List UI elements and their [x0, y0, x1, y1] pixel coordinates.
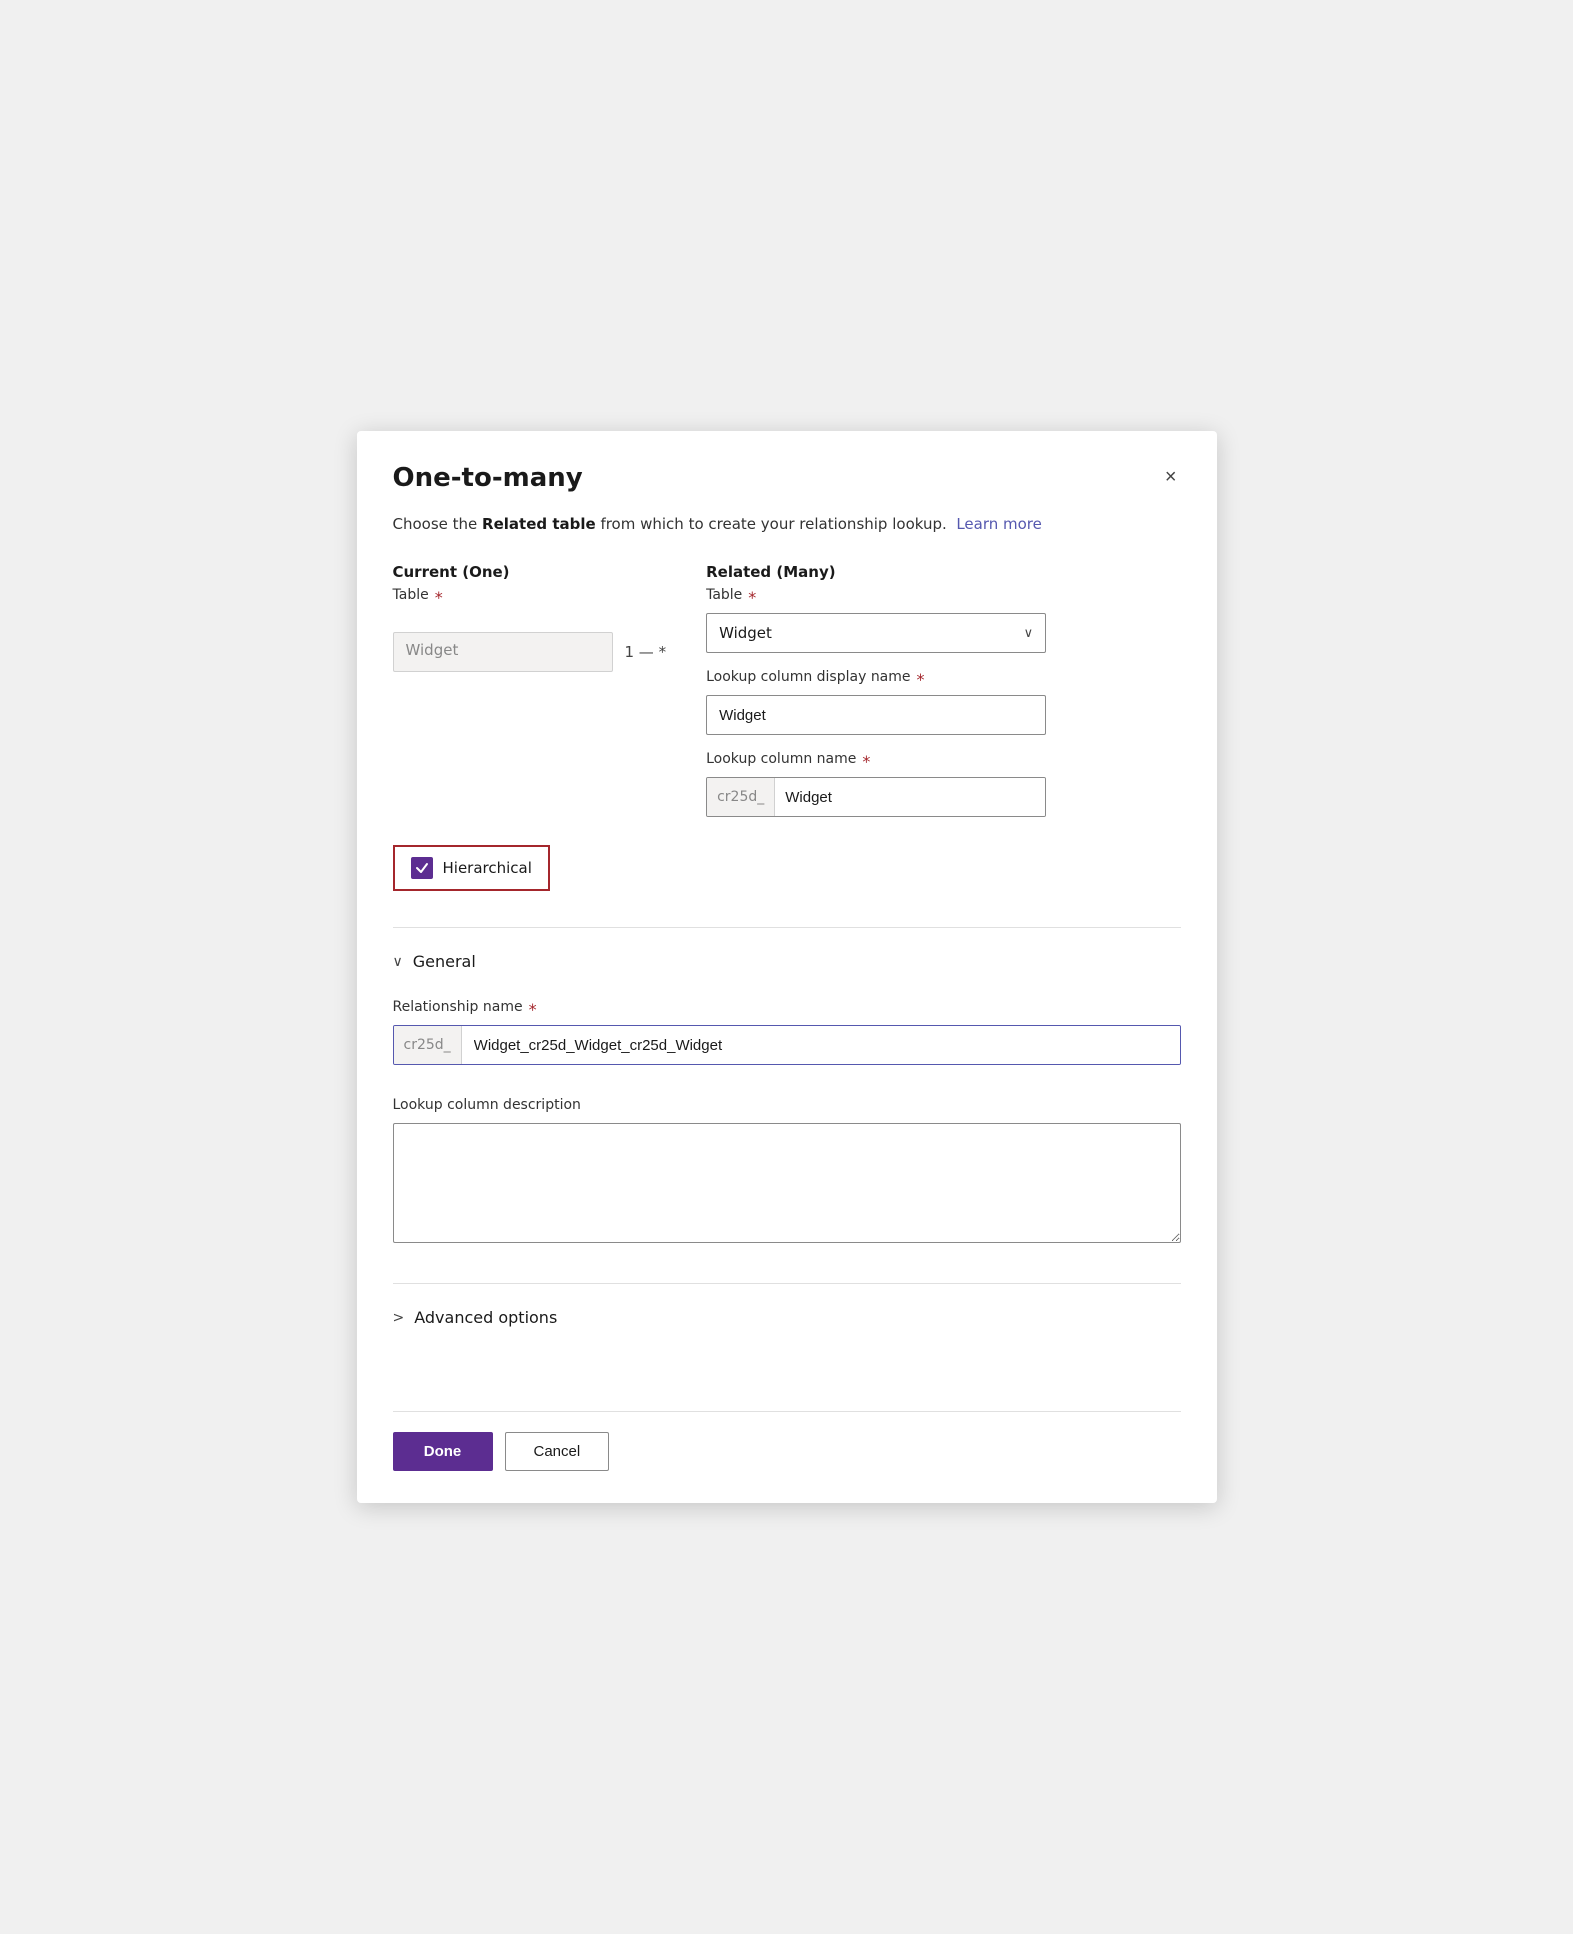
- section-divider-2: [393, 1283, 1181, 1284]
- cancel-button[interactable]: Cancel: [505, 1432, 610, 1471]
- general-section-toggle[interactable]: ∨ General: [393, 944, 1181, 979]
- description-text: Choose the Related table from which to c…: [393, 513, 1181, 536]
- relationship-name-required: *: [529, 1000, 537, 1019]
- lookup-column-label-row: Lookup column name *: [706, 751, 1180, 772]
- current-table-required: *: [435, 588, 443, 607]
- related-table-value: Widget: [719, 624, 772, 642]
- close-button[interactable]: ×: [1161, 463, 1181, 491]
- related-table-label-row: Table *: [706, 587, 1180, 608]
- columns-row: Current (One) Table * Widget 1 — * Relat…: [393, 563, 1181, 817]
- description-after: from which to create your relationship l…: [596, 515, 947, 533]
- lookup-column-required: *: [862, 752, 870, 771]
- advanced-section-toggle[interactable]: > Advanced options: [393, 1300, 1181, 1335]
- lookup-column-label: Lookup column name: [706, 751, 856, 767]
- lookup-display-required: *: [917, 670, 925, 689]
- advanced-section-label: Advanced options: [414, 1308, 557, 1327]
- lookup-column-name-field: Lookup column name * cr25d_: [706, 751, 1180, 817]
- footer-divider: [393, 1411, 1181, 1412]
- related-fields: Table * Widget ∨ Lookup column display n…: [706, 587, 1180, 817]
- lookup-description-label: Lookup column description: [393, 1097, 1181, 1113]
- table-row-middle: Widget 1 — *: [393, 632, 667, 672]
- relation-symbol: 1 — *: [625, 643, 667, 661]
- advanced-chevron-icon: >: [393, 1310, 405, 1326]
- current-table-label-row: Table *: [393, 587, 667, 608]
- relationship-name-input[interactable]: [462, 1026, 1180, 1064]
- general-chevron-icon: ∨: [393, 954, 403, 970]
- section-divider-1: [393, 927, 1181, 928]
- hierarchical-section: Hierarchical: [393, 845, 1181, 891]
- lookup-display-name-field: Lookup column display name *: [706, 669, 1180, 735]
- footer: Done Cancel: [393, 1379, 1181, 1471]
- description-bold: Related table: [482, 515, 596, 533]
- current-table-label: Table: [393, 587, 429, 603]
- lookup-display-name-input[interactable]: [706, 695, 1046, 735]
- related-table-field: Table * Widget ∨: [706, 587, 1180, 653]
- lookup-column-name-input[interactable]: [775, 778, 1045, 816]
- relationship-name-label-row: Relationship name *: [393, 999, 1181, 1020]
- current-heading: Current (One): [393, 563, 667, 581]
- relationship-name-field: Relationship name * cr25d_: [393, 999, 1181, 1085]
- relationship-name-label: Relationship name: [393, 999, 523, 1015]
- related-section: Related (Many) Table * Widget ∨: [706, 563, 1180, 817]
- hierarchical-checkbox-wrapper[interactable]: Hierarchical: [393, 845, 550, 891]
- current-section: Current (One) Table * Widget 1 — *: [393, 563, 667, 672]
- related-table-required: *: [748, 588, 756, 607]
- lookup-display-label-row: Lookup column display name *: [706, 669, 1180, 690]
- relationship-name-prefix: cr25d_: [394, 1026, 462, 1064]
- general-inner: Relationship name * cr25d_ Lookup column…: [393, 999, 1181, 1243]
- general-section: ∨ General Relationship name * cr25d_ Loo…: [393, 944, 1181, 1243]
- lookup-display-label: Lookup column display name: [706, 669, 910, 685]
- lookup-description-textarea[interactable]: [393, 1123, 1181, 1243]
- one-to-many-dialog: One-to-many × Choose the Related table f…: [357, 431, 1217, 1504]
- lookup-column-prefix: cr25d_: [707, 778, 775, 816]
- dialog-header: One-to-many ×: [393, 463, 1181, 493]
- general-section-label: General: [413, 952, 476, 971]
- checkmark-icon: [415, 861, 429, 875]
- done-button[interactable]: Done: [393, 1432, 493, 1471]
- chevron-down-icon: ∨: [1024, 626, 1034, 641]
- learn-more-link[interactable]: Learn more: [956, 515, 1042, 533]
- related-table-label: Table: [706, 587, 742, 603]
- current-table-input: Widget: [393, 632, 613, 672]
- advanced-section: > Advanced options: [393, 1300, 1181, 1355]
- relationship-name-wrapper: cr25d_: [393, 1025, 1181, 1065]
- lookup-description-field: Lookup column description: [393, 1097, 1181, 1243]
- related-heading: Related (Many): [706, 563, 1180, 581]
- dialog-title: One-to-many: [393, 463, 583, 493]
- related-table-select[interactable]: Widget ∨: [706, 613, 1046, 653]
- lookup-column-name-wrapper: cr25d_: [706, 777, 1046, 817]
- footer-buttons: Done Cancel: [393, 1432, 1181, 1471]
- hierarchical-checkbox[interactable]: [411, 857, 433, 879]
- hierarchical-label: Hierarchical: [443, 859, 532, 877]
- description-before: Choose the: [393, 515, 483, 533]
